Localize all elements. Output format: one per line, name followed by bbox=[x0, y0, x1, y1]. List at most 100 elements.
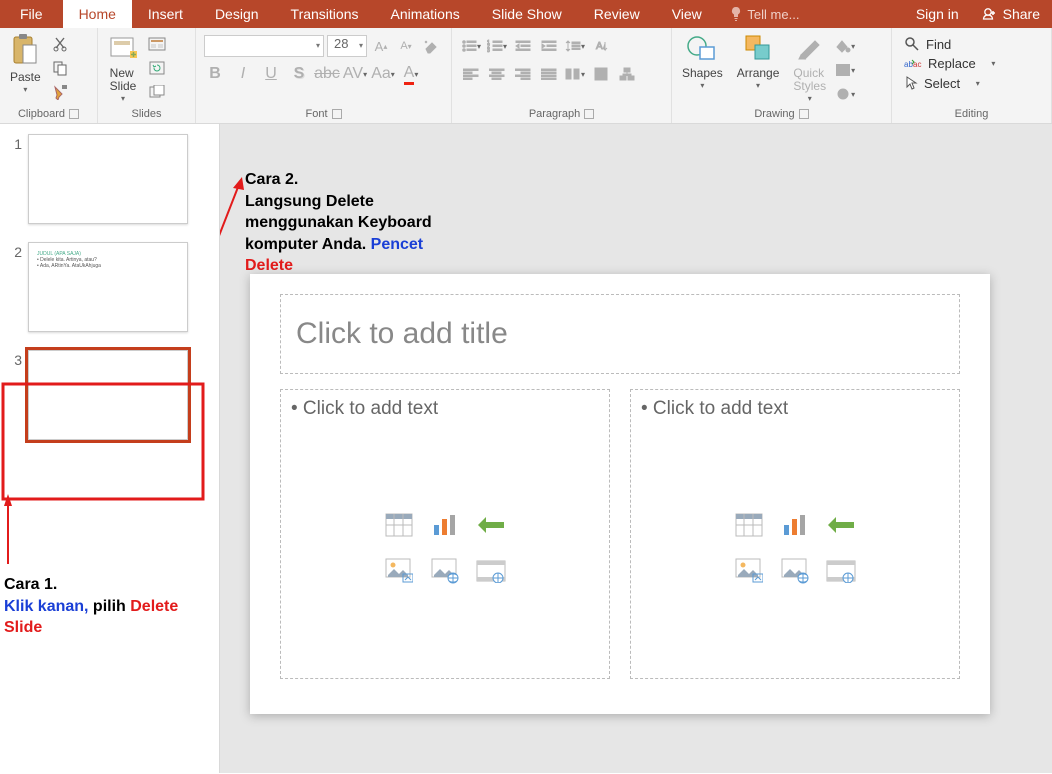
group-editing: Find abac Replace ▾ Select ▾ Editing bbox=[892, 28, 1052, 123]
bullets-button[interactable]: ▾ bbox=[460, 35, 482, 57]
align-center-button[interactable] bbox=[486, 63, 508, 85]
textdir-icon: A bbox=[594, 39, 608, 53]
underline-button[interactable]: U bbox=[260, 63, 282, 85]
bold-button[interactable]: B bbox=[204, 63, 226, 85]
tell-me[interactable]: Tell me... bbox=[718, 0, 800, 28]
annotation-cara2: Cara 2. Langsung Delete menggunakan Keyb… bbox=[245, 169, 435, 277]
insert-table-icon[interactable] bbox=[379, 505, 419, 545]
slide-canvas-area[interactable]: Cara 2. Langsung Delete menggunakan Keyb… bbox=[220, 124, 1052, 773]
find-button[interactable]: Find bbox=[902, 35, 953, 53]
line-spacing-button[interactable]: ▾ bbox=[564, 35, 586, 57]
insert-picture-icon[interactable] bbox=[729, 551, 769, 591]
tab-animations[interactable]: Animations bbox=[374, 0, 475, 28]
insert-video-icon[interactable] bbox=[821, 551, 861, 591]
strike-button[interactable]: abc bbox=[316, 63, 338, 85]
shape-outline-button[interactable]: ▾ bbox=[834, 59, 856, 81]
sign-in[interactable]: Sign in bbox=[906, 0, 969, 28]
shapes-button[interactable]: Shapes▾ bbox=[676, 31, 729, 93]
spacing-button[interactable]: A͏V▾ bbox=[344, 63, 366, 85]
tab-review[interactable]: Review bbox=[578, 0, 656, 28]
ribbon-tabs: File Home Insert Design Transitions Anim… bbox=[0, 0, 1052, 28]
format-painter-button[interactable] bbox=[49, 81, 71, 103]
tell-me-label: Tell me... bbox=[747, 7, 799, 22]
content-placeholder-left[interactable]: • Click to add text bbox=[280, 389, 610, 679]
insert-table-icon[interactable] bbox=[729, 505, 769, 545]
changecase-button[interactable]: Aa▾ bbox=[372, 63, 394, 85]
content-icon-grid bbox=[729, 505, 861, 591]
share-button[interactable]: Share bbox=[969, 0, 1052, 28]
launcher-icon[interactable] bbox=[799, 109, 809, 119]
cara1-head: Cara 1. bbox=[4, 576, 57, 593]
slide-editor[interactable]: Click to add title • Click to add text •… bbox=[250, 274, 990, 714]
font-size-combo[interactable]: 28▾ bbox=[327, 35, 367, 57]
text-direction-button[interactable]: A bbox=[590, 35, 612, 57]
insert-online-picture-icon[interactable] bbox=[425, 551, 465, 591]
thumb-3[interactable]: 3 bbox=[6, 350, 213, 440]
insert-smartart-icon[interactable] bbox=[821, 505, 861, 545]
content-placeholder-right[interactable]: • Click to add text bbox=[630, 389, 960, 679]
tab-transitions[interactable]: Transitions bbox=[275, 0, 375, 28]
thumb-preview[interactable] bbox=[28, 134, 188, 224]
insert-smartart-icon[interactable] bbox=[471, 505, 511, 545]
align-left-button[interactable] bbox=[460, 63, 482, 85]
new-slide-button[interactable]: New Slide▾ bbox=[102, 31, 144, 106]
tab-file[interactable]: File bbox=[0, 0, 63, 28]
grow-font-button[interactable]: A▴ bbox=[370, 35, 392, 57]
shape-fill-button[interactable]: ▾ bbox=[834, 35, 856, 57]
layout-button[interactable] bbox=[146, 33, 168, 55]
justify-button[interactable] bbox=[538, 63, 560, 85]
tab-slideshow[interactable]: Slide Show bbox=[476, 0, 578, 28]
reset-button[interactable] bbox=[146, 57, 168, 79]
insert-chart-icon[interactable] bbox=[775, 505, 815, 545]
launcher-icon[interactable] bbox=[584, 109, 594, 119]
shape-effects-button[interactable]: ▾ bbox=[834, 83, 856, 105]
thumb-preview[interactable]: JUDUL (APA SAJA) • Delele kita. Artinya,… bbox=[28, 242, 188, 332]
increase-indent-button[interactable] bbox=[538, 35, 560, 57]
launcher-icon[interactable] bbox=[69, 109, 79, 119]
section-button[interactable] bbox=[146, 81, 168, 103]
decrease-indent-button[interactable] bbox=[512, 35, 534, 57]
clear-format-button[interactable] bbox=[420, 35, 442, 57]
select-button[interactable]: Select ▾ bbox=[902, 74, 982, 92]
title-placeholder[interactable]: Click to add title bbox=[280, 294, 960, 374]
content-ph-text: • Click to add text bbox=[281, 390, 609, 428]
align-right-button[interactable] bbox=[512, 63, 534, 85]
cara2-pencet: Pencet bbox=[371, 236, 423, 253]
cara1-pilih: pilih bbox=[93, 598, 130, 615]
insert-video-icon[interactable] bbox=[471, 551, 511, 591]
italic-button[interactable]: I bbox=[232, 63, 254, 85]
launcher-icon[interactable] bbox=[332, 109, 342, 119]
new-slide-icon bbox=[108, 33, 138, 63]
quick-styles-button[interactable]: Quick Styles▾ bbox=[787, 31, 832, 106]
group-editing-label: Editing bbox=[955, 108, 989, 120]
tab-design[interactable]: Design bbox=[199, 0, 275, 28]
insert-online-picture-icon[interactable] bbox=[775, 551, 815, 591]
slide-thumbnails-pane[interactable]: 1 2 JUDUL (APA SAJA) • Delele kita. Arti… bbox=[0, 124, 220, 773]
title-ph-text: Click to add title bbox=[296, 317, 508, 351]
replace-button[interactable]: abac Replace ▾ bbox=[902, 55, 997, 72]
shrink-font-button[interactable]: A▾ bbox=[395, 35, 417, 57]
smartart-icon bbox=[619, 67, 635, 81]
tab-view[interactable]: View bbox=[656, 0, 718, 28]
align-right-icon bbox=[515, 68, 531, 80]
font-name-combo[interactable]: ▾ bbox=[204, 35, 324, 57]
thumb-2[interactable]: 2 JUDUL (APA SAJA) • Delele kita. Artiny… bbox=[6, 242, 213, 332]
align-text-button[interactable] bbox=[590, 63, 612, 85]
numbering-button[interactable]: 123▾ bbox=[486, 35, 508, 57]
insert-picture-icon[interactable] bbox=[379, 551, 419, 591]
copy-button[interactable] bbox=[49, 57, 71, 79]
insert-chart-icon[interactable] bbox=[425, 505, 465, 545]
columns-button[interactable]: ▾ bbox=[564, 63, 586, 85]
smartart-button[interactable] bbox=[616, 63, 638, 85]
arrange-button[interactable]: Arrange▾ bbox=[731, 31, 786, 93]
tab-insert[interactable]: Insert bbox=[132, 0, 199, 28]
cut-button[interactable] bbox=[49, 33, 71, 55]
thumb-1[interactable]: 1 bbox=[6, 134, 213, 224]
tab-home[interactable]: Home bbox=[63, 0, 132, 28]
shadow-button[interactable]: S bbox=[288, 63, 310, 85]
font-color-button[interactable]: A▾ bbox=[400, 63, 422, 85]
thumb-preview-selected[interactable] bbox=[28, 350, 188, 440]
align-text-icon bbox=[594, 67, 608, 81]
align-center-icon bbox=[489, 68, 505, 80]
paste-button[interactable]: Paste ▾ bbox=[4, 31, 47, 97]
